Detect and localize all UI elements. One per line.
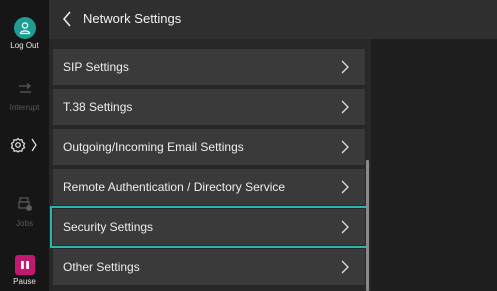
chevron-right-icon [341,180,349,194]
page-title: Network Settings [83,11,182,26]
list-item-label: Remote Authentication / Directory Servic… [63,180,286,194]
pause-label: Pause [13,277,36,286]
interrupt-button[interactable]: Interrupt [0,82,49,112]
jobs-button[interactable]: Jobs [0,196,49,228]
list-item-label: Other Settings [63,260,140,274]
jobs-label: Jobs [16,219,33,228]
chevron-right-icon [341,140,349,154]
user-icon [13,17,36,39]
list-item-label: Security Settings [63,220,154,234]
list-item-label: SIP Settings [63,60,129,74]
interrupt-label: Interrupt [9,103,40,112]
list-item-label: Outgoing/Incoming Email Settings [63,140,244,154]
list-item-label: T.38 Settings [63,100,133,114]
list-item-security-settings[interactable]: Security Settings [50,206,368,248]
chevron-right-icon [341,260,349,274]
list-item-remote-authentication[interactable]: Remote Authentication / Directory Servic… [53,169,365,205]
list-item-t38-settings[interactable]: T.38 Settings [53,89,365,125]
pause-button[interactable]: Pause [0,255,49,286]
list-item-sip-settings[interactable]: SIP Settings [53,49,365,85]
chevron-right-icon [341,60,349,74]
settings-button[interactable] [0,137,49,158]
chevron-right-icon [341,100,349,114]
chevron-right-icon [341,220,349,234]
chevron-right-icon [31,138,37,152]
scrollbar[interactable] [366,160,369,291]
logout-button[interactable]: Log Out [0,17,49,50]
jobs-icon [17,197,32,211]
back-button[interactable] [60,10,74,28]
side-rail: Log Out Interrupt Jobs Pause [0,0,49,291]
list-item-email-settings[interactable]: Outgoing/Incoming Email Settings [53,129,365,165]
list-item-other-settings[interactable]: Other Settings [53,249,365,285]
header-bar: Network Settings [49,0,497,39]
gear-icon [10,137,37,153]
empty-content-area [371,39,497,291]
settings-list: SIP Settings T.38 Settings Outgoing/Inco… [49,39,371,291]
logout-label: Log Out [10,41,39,50]
pause-icon [14,255,35,275]
interrupt-icon [18,83,31,93]
